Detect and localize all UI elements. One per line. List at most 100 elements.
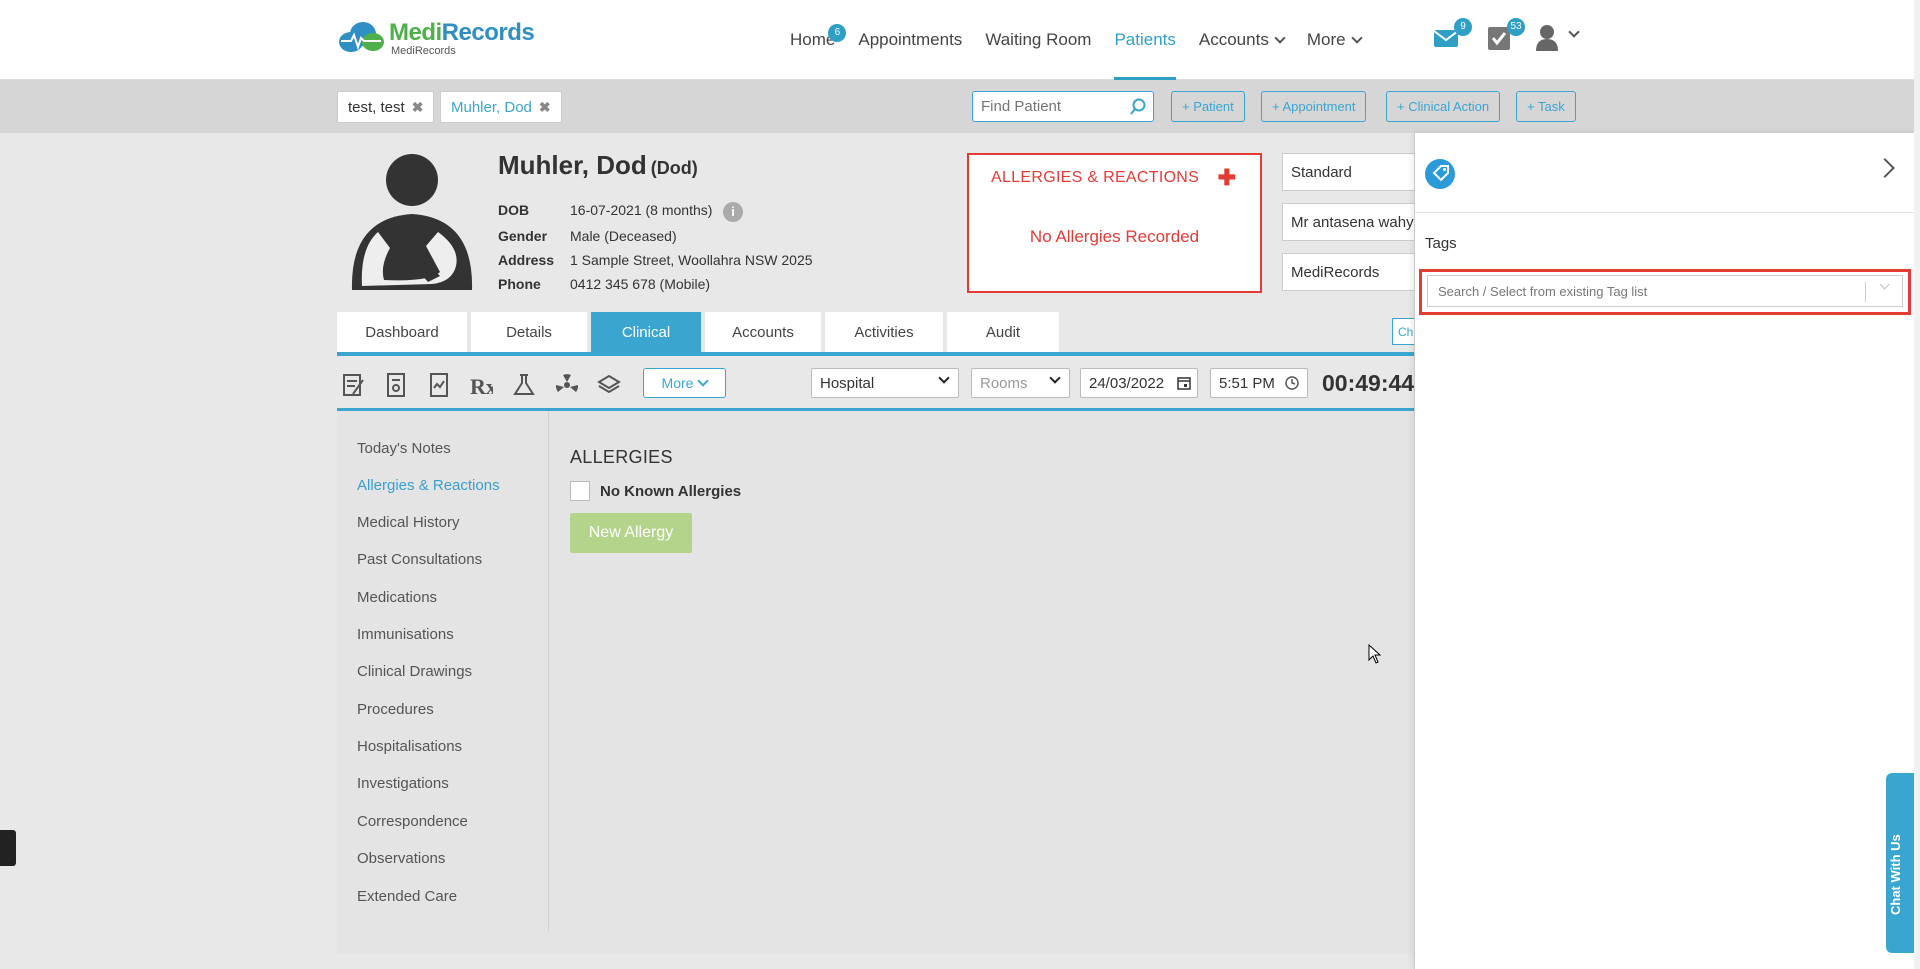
report-icon[interactable] (427, 372, 451, 398)
tab-dashboard[interactable]: Dashboard (337, 312, 467, 352)
radiology-icon[interactable] (555, 372, 579, 398)
chevron-down-icon (1274, 32, 1286, 44)
home-badge: 6 (828, 24, 847, 42)
patient-avatar (340, 148, 500, 298)
pathology-flask-icon[interactable] (512, 372, 536, 398)
add-clinical-action-button[interactable]: + Clinical Action (1386, 91, 1501, 122)
date-value: 24/03/2022 (1089, 374, 1165, 392)
clinical-content: Today's Notes Allergies & Reactions Medi… (337, 411, 1417, 953)
rooms-select[interactable]: Rooms (971, 368, 1070, 398)
leftnav-medical-history[interactable]: Medical History (357, 514, 460, 531)
layers-icon[interactable] (597, 372, 621, 398)
leftnav-todays-notes[interactable]: Today's Notes (357, 440, 451, 457)
nav-appointments[interactable]: Appointments (858, 0, 962, 80)
chat-with-us-label: Chat With Us (1888, 834, 1903, 916)
patient-name-text: Muhler, Dod (498, 150, 647, 180)
add-appointment-button[interactable]: + Appointment (1261, 91, 1367, 122)
practitioner-select[interactable]: Mr antasena wahy (1282, 203, 1422, 241)
new-allergy-button[interactable]: New Allergy (570, 513, 692, 553)
medirecords-logo[interactable]: MediRecords MediRecords (337, 20, 535, 62)
clock-icon[interactable] (1285, 376, 1299, 390)
tab-accounts[interactable]: Accounts (705, 312, 821, 352)
no-allergies-text: No Allergies Recorded (1029, 227, 1200, 246)
tab-activities[interactable]: Activities (825, 312, 943, 352)
patient-tab-muhler[interactable]: Muhler, Dod ✖ (440, 91, 562, 123)
nav-waiting-room[interactable]: Waiting Room (985, 0, 1091, 80)
tasks-button[interactable]: 53 (1485, 18, 1525, 52)
user-menu-button[interactable] (1535, 24, 1580, 52)
clinical-toolbar: Rx More Hospital Rooms 24/03/2022 5:51 P… (337, 362, 1417, 410)
tab-details[interactable]: Details (471, 312, 587, 352)
leftnav-investigations[interactable]: Investigations (357, 775, 449, 792)
add-task-button[interactable]: + Task (1516, 91, 1576, 122)
nav-waiting-room-label: Waiting Room (985, 30, 1092, 49)
chevron-down-icon (1568, 26, 1580, 38)
info-icon[interactable]: i (723, 202, 743, 222)
chevron-down-icon (1350, 32, 1363, 44)
left-edge-widget[interactable] (0, 830, 16, 866)
leftnav-hospitalisations[interactable]: Hospitalisations (357, 738, 462, 755)
address-value: 1 Sample Street, Woollahra NSW 2025 (570, 252, 813, 268)
date-field[interactable]: 24/03/2022 (1080, 368, 1198, 398)
tabs-underline (337, 352, 1417, 356)
nav-more[interactable]: More (1307, 0, 1363, 80)
mail-button[interactable]: 9 (1432, 18, 1472, 52)
main-nav: Home 6 Appointments Waiting Room Patient… (790, 0, 1384, 80)
leftnav-clinical-drawings[interactable]: Clinical Drawings (357, 663, 472, 680)
patient-tab-test[interactable]: test, test ✖ (337, 91, 435, 123)
leftnav-extended-care[interactable]: Extended Care (357, 888, 457, 905)
leftnav-allergies-reactions[interactable]: Allergies & Reactions (357, 477, 500, 494)
leftnav-immunisations[interactable]: Immunisations (357, 626, 454, 643)
chevron-right-icon[interactable] (1875, 158, 1895, 178)
no-known-allergies-row: No Known Allergies (570, 481, 741, 501)
leftnav-procedures[interactable]: Procedures (357, 701, 434, 718)
practice-select[interactable]: MediRecords (1282, 253, 1422, 291)
find-patient-input[interactable] (981, 98, 1121, 115)
document-icon[interactable] (384, 372, 408, 398)
tags-side-panel: Tags Search / Select from existing Tag l… (1414, 133, 1920, 969)
calendar-icon[interactable] (1177, 376, 1191, 390)
billing-type-select[interactable]: Standard (1282, 153, 1422, 191)
patient-dob-row: DOB 16-07-2021 (8 months) (498, 202, 712, 218)
top-navbar: MediRecords MediRecords Home 6 Appointme… (0, 0, 1920, 80)
time-field[interactable]: 5:51 PM (1210, 368, 1308, 398)
leftnav-observations[interactable]: Observations (357, 850, 445, 867)
nav-patients-label: Patients (1114, 30, 1176, 49)
nav-home[interactable]: Home 6 (790, 0, 847, 80)
tag-icon (1425, 159, 1455, 189)
add-patient-button[interactable]: + Patient (1171, 91, 1245, 122)
phone-value: 0412 345 678 (Mobile) (570, 276, 711, 292)
patient-address-row: Address 1 Sample Street, Woollahra NSW 20… (498, 252, 813, 268)
phone-label: Phone (498, 276, 541, 292)
mail-badge: 9 (1454, 18, 1472, 36)
patient-section-tabs: Dashboard Details Clinical Accounts Acti… (337, 312, 1063, 356)
page-scrollbar[interactable] (1914, 0, 1920, 969)
close-icon[interactable]: ✖ (539, 99, 551, 116)
nav-accounts-label: Accounts (1198, 30, 1269, 49)
tab-clinical[interactable]: Clinical (591, 312, 701, 352)
chevron-down-icon (938, 372, 950, 384)
nav-patients[interactable]: Patients (1114, 0, 1177, 80)
tag-search-select[interactable]: Search / Select from existing Tag list (1427, 275, 1903, 307)
chevron-down-icon[interactable] (1879, 279, 1890, 290)
search-icon[interactable] (1129, 98, 1147, 116)
tab-audit[interactable]: Audit (947, 312, 1059, 352)
allergies-reactions-box: ALLERGIES & REACTIONS ✚ No Allergies Rec… (967, 153, 1262, 293)
location-select[interactable]: Hospital (811, 368, 959, 398)
close-icon[interactable]: ✖ (412, 99, 424, 116)
no-known-allergies-checkbox[interactable] (570, 481, 590, 501)
rooms-placeholder: Rooms (980, 374, 1028, 392)
patient-phone-row: Phone 0412 345 678 (Mobile) (498, 276, 710, 292)
nav-accounts[interactable]: Accounts (1198, 0, 1286, 80)
location-value: Hospital (820, 374, 875, 392)
prescription-icon[interactable]: Rx (469, 372, 493, 398)
patient-tab-label: Muhler, Dod (451, 98, 532, 116)
toolbar-more-button[interactable]: More (643, 368, 726, 398)
notes-icon[interactable] (341, 372, 365, 398)
cloud-logo-icon (337, 20, 385, 54)
leftnav-past-consultations[interactable]: Past Consultations (357, 551, 482, 568)
add-allergy-plus-icon[interactable]: ✚ (1218, 165, 1236, 191)
chevron-down-icon (697, 375, 710, 387)
leftnav-medications[interactable]: Medications (357, 589, 437, 606)
leftnav-correspondence[interactable]: Correspondence (357, 813, 468, 830)
